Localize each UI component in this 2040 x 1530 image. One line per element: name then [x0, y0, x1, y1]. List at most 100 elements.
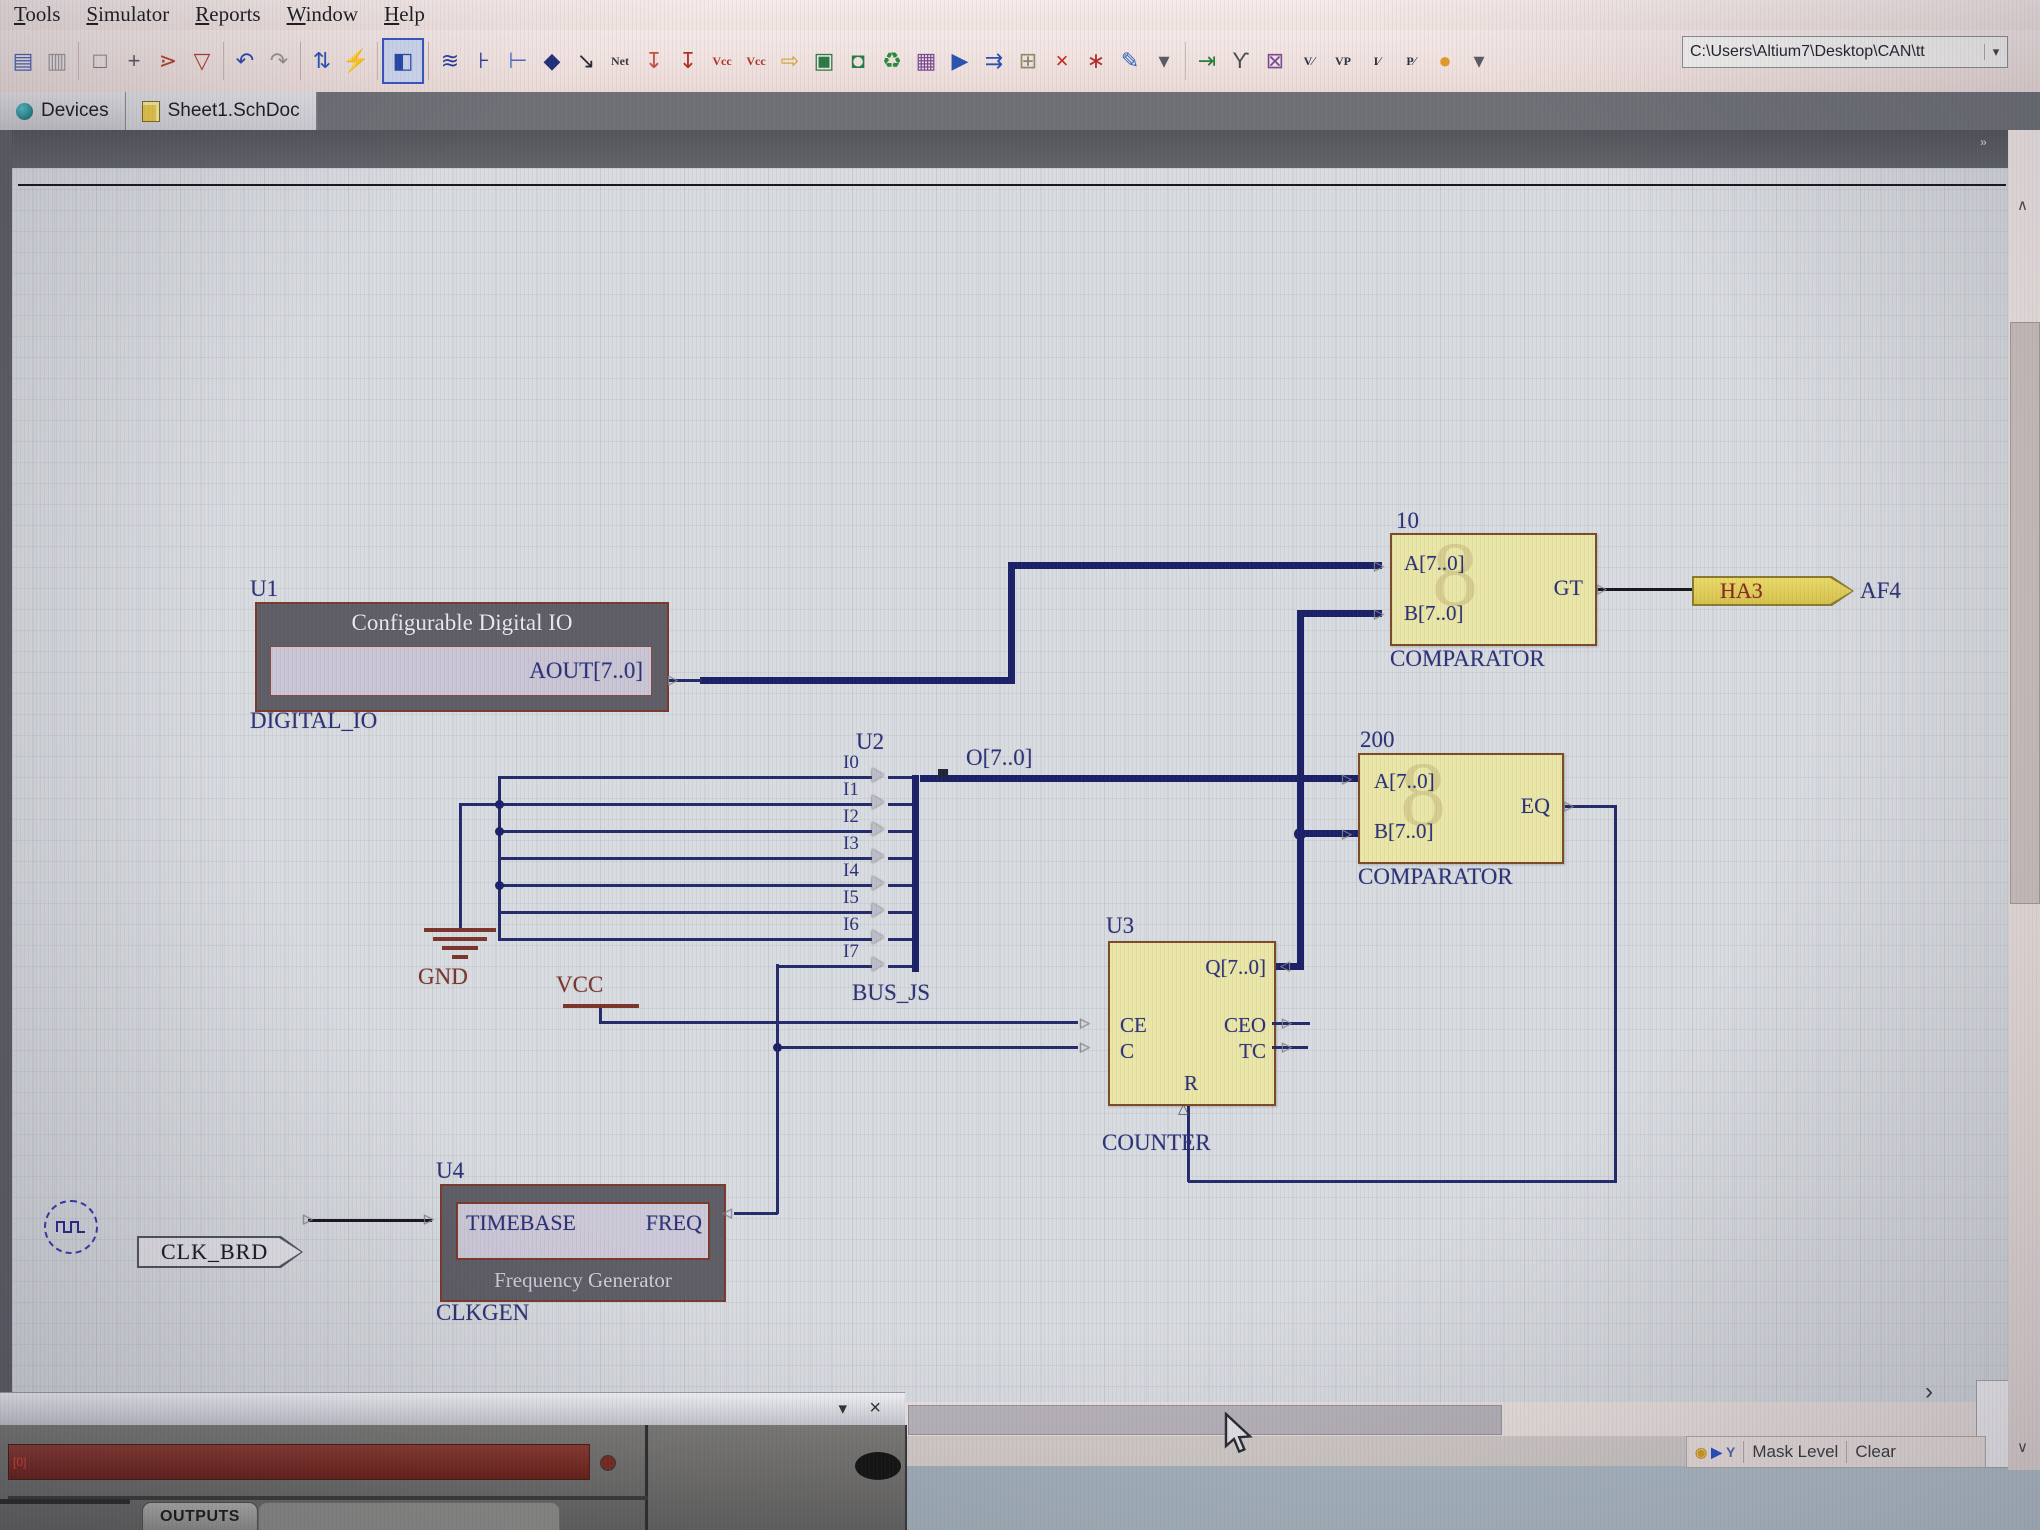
wire-eq[interactable] [1614, 805, 1617, 1183]
sort-updown-icon[interactable]: ⇅ [305, 38, 339, 84]
cmp2-designator[interactable]: 200 [1360, 727, 1395, 753]
gnd-power-port-icon[interactable]: ↧ [637, 38, 671, 84]
play-indicator-icon[interactable]: ▶ [1711, 1444, 1722, 1461]
instrument-panel-titlebar[interactable]: ▾ × [0, 1392, 905, 1426]
vscroll-up-icon[interactable]: ∧ [2017, 196, 2028, 214]
vcc-port-icon[interactable]: Vcc [705, 38, 739, 84]
wire-i3[interactable] [500, 857, 875, 860]
probe-voltage-icon[interactable]: V∕ [1292, 38, 1326, 84]
cmp1-comment[interactable]: COMPARATOR [1390, 646, 1545, 672]
hscroll-right-arrow-icon[interactable]: › [1925, 1378, 1933, 1406]
net-label-obus[interactable]: O[7..0] [966, 745, 1032, 771]
close-icon[interactable]: × [869, 1397, 881, 1420]
pins-icon[interactable]: ⇉ [977, 38, 1011, 84]
u4-clkgen-block[interactable]: TIMEBASE FREQ Frequency Generator [440, 1184, 726, 1302]
cross-probe-doc-icon[interactable]: ⊠ [1258, 38, 1292, 84]
bus-segment[interactable] [700, 677, 1015, 684]
zoom-document-icon[interactable]: ◧ [382, 38, 424, 84]
bus-segment[interactable] [1297, 610, 1382, 617]
filter-indicator-icon[interactable]: Y [1726, 1444, 1735, 1460]
gnd-signal-port-icon[interactable]: ↧ [671, 38, 705, 84]
paste-icon[interactable]: ▥ [40, 38, 74, 84]
gnd-label[interactable]: GND [418, 964, 468, 990]
clear-button[interactable]: Clear [1855, 1442, 1896, 1462]
run-wizard-icon[interactable]: ⚡ [339, 38, 373, 84]
vcc-power-port-icon[interactable]: Vcc [739, 38, 773, 84]
collapse-icon[interactable]: ▾ [838, 1399, 847, 1419]
chevron-down-icon[interactable]: ▾ [1984, 44, 2007, 60]
u3-designator[interactable]: U3 [1106, 913, 1134, 939]
net-label-af4[interactable]: AF4 [1860, 578, 1901, 604]
cmp1-designator[interactable]: 10 [1396, 508, 1419, 534]
wire-gt-ha3[interactable] [1593, 588, 1692, 591]
port-ha3[interactable]: HA3 [1692, 576, 1854, 606]
u4-designator[interactable]: U4 [436, 1158, 464, 1184]
wire-gnd-stem[interactable] [459, 803, 462, 931]
sphere-tool-icon[interactable]: ● [1428, 38, 1462, 84]
comparator2-block[interactable]: 8 A[7..0] B[7..0] EQ [1358, 753, 1564, 864]
vcc-symbol[interactable] [563, 1004, 639, 1008]
u1-digital-io-block[interactable]: Configurable Digital IO AOUT[7..0] [255, 602, 669, 712]
probe-current-icon[interactable]: I∕ [1360, 38, 1394, 84]
wire-freq[interactable] [734, 1212, 778, 1215]
bus-segment[interactable] [1008, 562, 1015, 684]
menu-item[interactable]: Tools [4, 1, 76, 29]
pencil-dropdown-icon[interactable]: ▾ [1147, 38, 1181, 84]
undo-icon[interactable]: ↶ [228, 38, 262, 84]
wire-i0[interactable] [500, 776, 875, 779]
wire-i1[interactable] [460, 803, 875, 806]
knob-button[interactable] [855, 1452, 901, 1480]
wire-freq-riser[interactable] [776, 964, 779, 1214]
place-wire-icon[interactable]: ≋ [433, 38, 467, 84]
pencil-icon[interactable]: ✎ [1113, 38, 1147, 84]
u4-comment[interactable]: CLKGEN [436, 1300, 529, 1326]
clear-filter-icon[interactable]: ▽ [185, 38, 219, 84]
probe-power-icon[interactable]: P∕ [1394, 38, 1428, 84]
tab-sheet1-schdoc[interactable]: Sheet1.SchDoc [126, 92, 317, 130]
vscroll-down-icon[interactable]: ∨ [2017, 1438, 2028, 1456]
wrench-icon[interactable]: Ƴ [1224, 38, 1258, 84]
deselect-icon[interactable]: ⋗ [151, 38, 185, 84]
no-erc-icon[interactable]: × [1045, 38, 1079, 84]
wire-i2[interactable] [500, 830, 875, 833]
update-part-icon[interactable]: ♻ [875, 38, 909, 84]
secondary-tab[interactable] [258, 1502, 560, 1530]
bus-segment[interactable] [912, 775, 919, 972]
place-bus-icon[interactable]: ⊦ [467, 38, 501, 84]
clock-source-icon[interactable] [44, 1200, 98, 1254]
wire-i6[interactable] [500, 938, 875, 941]
menu-item[interactable]: Window [277, 1, 374, 29]
probe-voltage-diff-icon[interactable]: VP [1326, 38, 1360, 84]
wire-i5[interactable] [500, 911, 875, 914]
bus-segment-obus[interactable] [920, 775, 1358, 782]
compile-mask-icon[interactable]: ∗ [1079, 38, 1113, 84]
bus-segment[interactable] [1297, 610, 1304, 970]
bus-segment[interactable] [1008, 562, 1382, 569]
u1-designator[interactable]: U1 [250, 576, 278, 602]
u1-comment[interactable]: DIGITAL_IO [250, 708, 377, 734]
menu-item[interactable]: Simulator [76, 1, 185, 29]
ic-part-icon[interactable]: ▦ [909, 38, 943, 84]
wire-eq[interactable] [1188, 1180, 1617, 1183]
export-netlist-icon[interactable]: ⇥ [1190, 38, 1224, 84]
u3-counter-block[interactable]: Q[7..0] CE C CEO TC R [1108, 941, 1276, 1106]
u3-comment[interactable]: COUNTER [1102, 1130, 1211, 1156]
u2-designator[interactable]: U2 [856, 729, 884, 755]
wire-clock-c[interactable] [776, 1046, 1078, 1049]
port-clk-brd[interactable]: CLK_BRD [137, 1236, 303, 1268]
sphere-dropdown-icon[interactable]: ▾ [1462, 38, 1496, 84]
wire-i7[interactable] [777, 965, 875, 968]
menu-item[interactable]: Help [374, 1, 441, 29]
net-label-icon[interactable]: Net [603, 38, 637, 84]
sheet-entry-icon[interactable]: ◘ [841, 38, 875, 84]
outputs-tab[interactable]: OUTPUTS [142, 1502, 258, 1530]
u2-comment[interactable]: BUS_JS [852, 980, 930, 1006]
vcc-label[interactable]: VCC [556, 972, 603, 998]
move-icon[interactable]: + [117, 38, 151, 84]
comparator1-block[interactable]: 8 A[7..0] B[7..0] GT [1390, 533, 1597, 646]
wire-clk[interactable] [308, 1219, 432, 1222]
vertical-scrollbar-thumb[interactable] [2010, 322, 2040, 904]
gnd-symbol[interactable] [424, 928, 496, 932]
place-line-icon[interactable]: ↘ [569, 38, 603, 84]
wire-i4[interactable] [500, 884, 875, 887]
